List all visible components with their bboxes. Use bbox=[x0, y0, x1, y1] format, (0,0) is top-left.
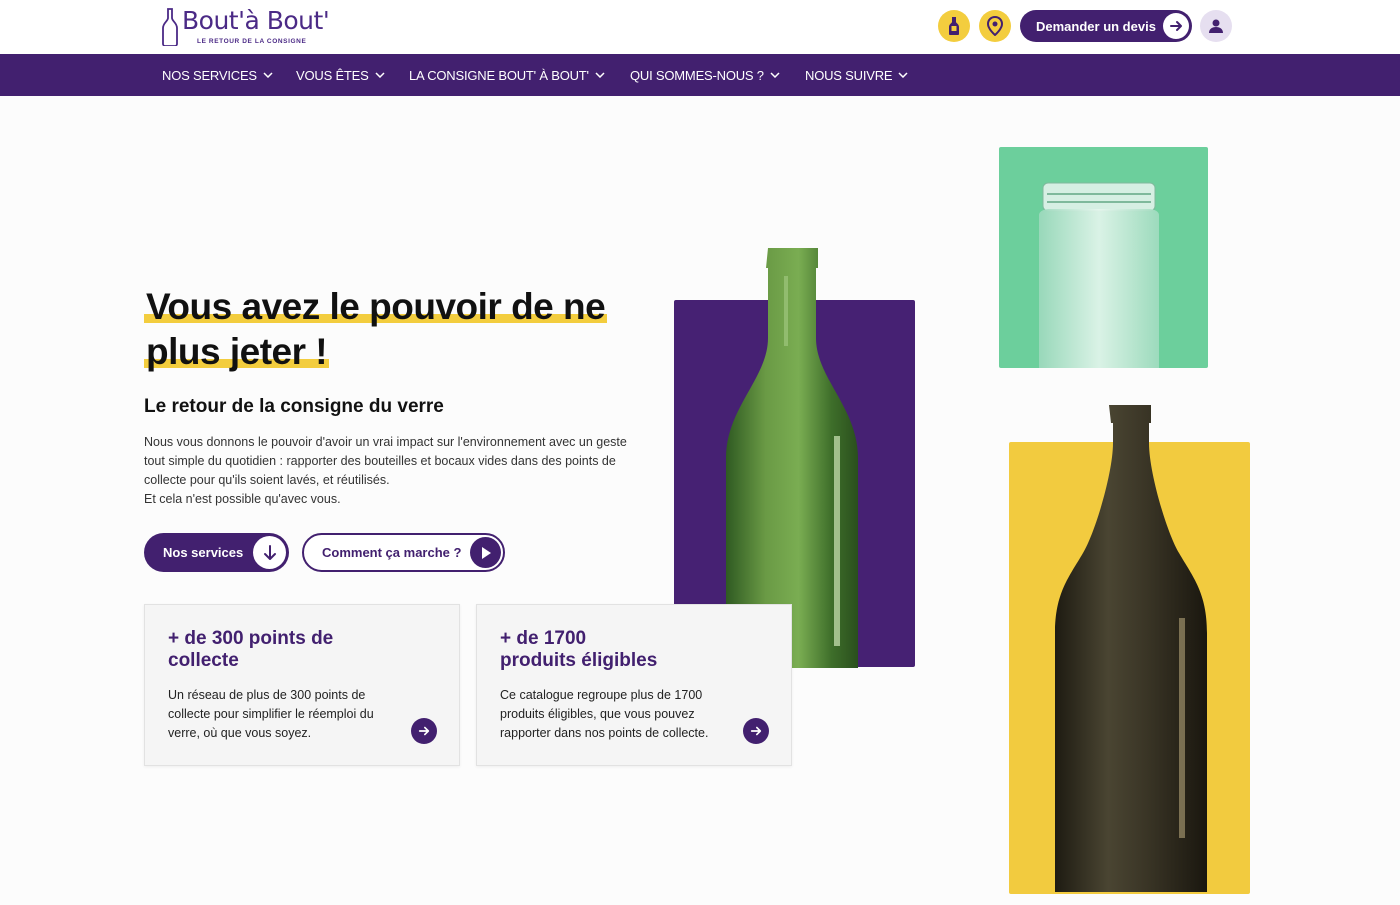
logo[interactable]: Bout'à Bout' LE RETOUR DE LA CONSIGNE bbox=[162, 6, 332, 48]
card-points-collecte[interactable]: + de 300 points de collecte Un réseau de… bbox=[144, 604, 460, 766]
comment-ca-marche-label: Comment ça marche ? bbox=[322, 545, 462, 560]
hero-title-line1: Vous avez le pouvoir de ne bbox=[144, 286, 608, 327]
card-text: Un réseau de plus de 300 points de colle… bbox=[168, 688, 374, 740]
green-background-block bbox=[999, 147, 1208, 368]
logo-text: Bout'à Bout' bbox=[182, 6, 330, 35]
nav-label: QUI SOMMES-NOUS ? bbox=[630, 67, 764, 83]
arrow-right-icon[interactable] bbox=[743, 718, 769, 744]
bottle-icon bbox=[949, 17, 959, 35]
request-quote-button[interactable]: Demander un devis bbox=[1020, 10, 1192, 42]
chevron-down-icon bbox=[770, 72, 780, 78]
card-title-line2: produits éligibles bbox=[500, 650, 658, 671]
chevron-down-icon bbox=[898, 72, 908, 78]
arrow-right-icon bbox=[1163, 13, 1189, 39]
top-header: Bout'à Bout' LE RETOUR DE LA CONSIGNE De… bbox=[0, 0, 1400, 54]
glass-jar-image bbox=[1039, 182, 1159, 368]
play-icon bbox=[470, 537, 501, 568]
user-icon bbox=[1209, 19, 1223, 33]
card-text: Ce catalogue regroupe plus de 1700 produ… bbox=[500, 688, 709, 740]
nav-label: VOUS ÊTES bbox=[296, 67, 369, 83]
chevron-down-icon bbox=[375, 72, 385, 78]
bottle-button[interactable] bbox=[938, 10, 970, 42]
main-nav: NOS SERVICES VOUS ÊTES LA CONSIGNE BOUT'… bbox=[0, 54, 1400, 96]
nav-item-consigne[interactable]: LA CONSIGNE BOUT' À BOUT' bbox=[409, 54, 605, 96]
nav-label: LA CONSIGNE BOUT' À BOUT' bbox=[409, 67, 589, 83]
hero-title: Vous avez le pouvoir de ne plus jeter ! bbox=[144, 284, 664, 374]
nos-services-button[interactable]: Nos services bbox=[144, 533, 289, 572]
nav-label: NOS SERVICES bbox=[162, 67, 257, 83]
card-title: + de 1700 produits éligibles bbox=[500, 628, 720, 672]
card-title: + de 300 points de collecte bbox=[168, 628, 334, 671]
location-pin-icon bbox=[987, 16, 1003, 36]
nav-item-qui-sommes-nous[interactable]: QUI SOMMES-NOUS ? bbox=[630, 54, 780, 96]
location-button[interactable] bbox=[979, 10, 1011, 42]
nav-label: NOUS SUIVRE bbox=[805, 67, 893, 83]
nav-item-services[interactable]: NOS SERVICES bbox=[162, 54, 273, 96]
hero-description: Nous vous donnons le pouvoir d'avoir un … bbox=[144, 433, 644, 509]
chevron-down-icon bbox=[263, 72, 273, 78]
card-title-line1: + de 1700 bbox=[500, 628, 587, 649]
nav-item-vous-etes[interactable]: VOUS ÊTES bbox=[296, 54, 385, 96]
nav-item-nous-suivre[interactable]: NOUS SUIVRE bbox=[805, 54, 908, 96]
logo-tagline: LE RETOUR DE LA CONSIGNE bbox=[197, 38, 307, 45]
arrow-down-icon bbox=[253, 536, 286, 569]
request-quote-label: Demander un devis bbox=[1036, 18, 1156, 34]
nos-services-label: Nos services bbox=[163, 545, 244, 560]
comment-ca-marche-button[interactable]: Comment ça marche ? bbox=[302, 533, 505, 572]
brown-beer-bottle-image bbox=[1055, 405, 1207, 892]
hero-description-text: Nous vous donnons le pouvoir d'avoir un … bbox=[144, 435, 627, 487]
logo-bottle-icon bbox=[162, 8, 178, 46]
hero-subtitle: Le retour de la consigne du verre bbox=[144, 396, 444, 417]
hero-description-text-2: Et cela n'est possible qu'avec vous. bbox=[144, 492, 341, 506]
hero-title-line2: plus jeter ! bbox=[144, 331, 330, 372]
arrow-right-icon[interactable] bbox=[411, 718, 437, 744]
card-produits-eligibles[interactable]: + de 1700 produits éligibles Ce catalogu… bbox=[476, 604, 792, 766]
chevron-down-icon bbox=[595, 72, 605, 78]
account-button[interactable] bbox=[1200, 10, 1232, 42]
